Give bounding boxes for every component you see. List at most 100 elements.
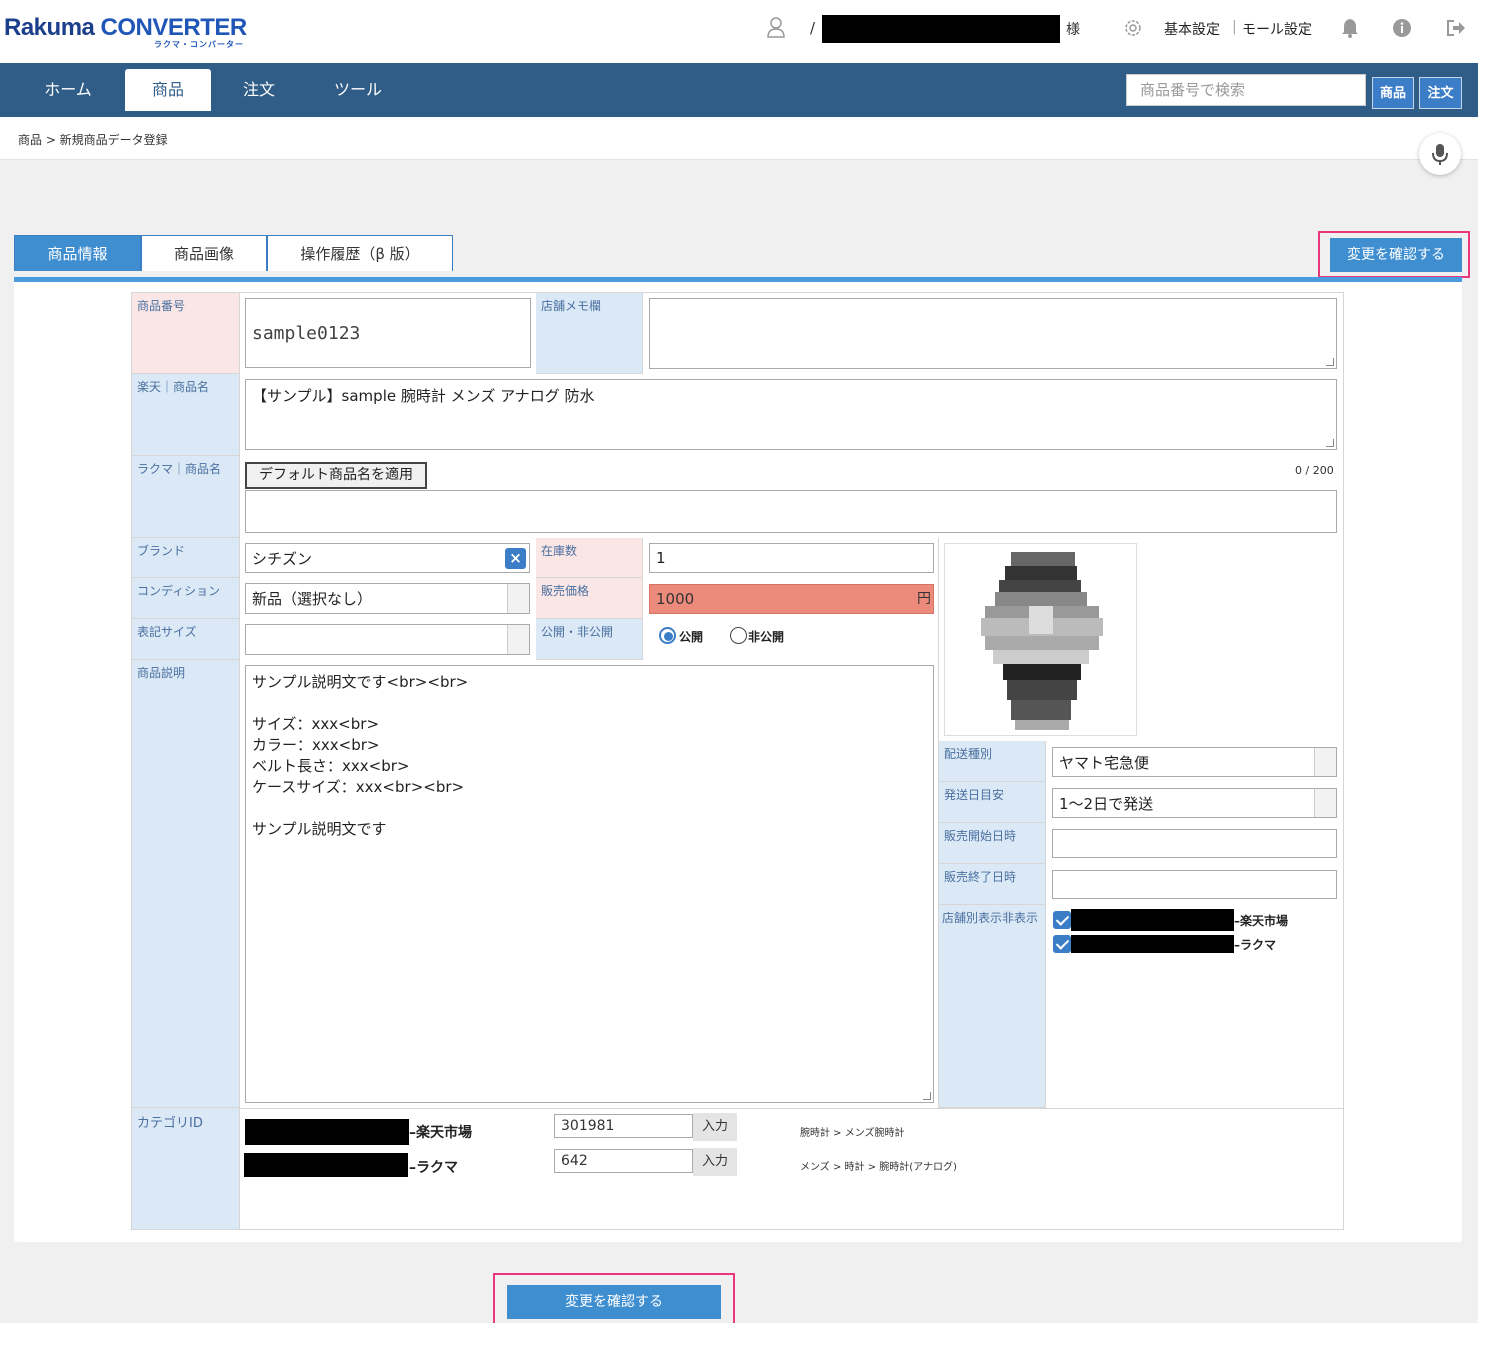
visibility-public-radio[interactable] [659,627,676,644]
category-rakuma-button[interactable]: 入力 [693,1148,737,1176]
app-header: Rakuma CONVERTER ラクマ・コンバーター / 様 基本設定 | モ… [0,0,1478,63]
resize-grip-icon [1326,358,1334,366]
resize-grip-icon [923,1092,931,1100]
stock-label: 在庫数 [536,538,643,578]
product-image[interactable] [944,543,1137,736]
sale-start-field[interactable] [1052,829,1337,858]
redacted-category-name [244,1153,408,1177]
rakuten-name-label: 楽天｜商品名 [132,374,240,456]
price-value: 1000 [656,590,695,608]
basic-settings-link[interactable]: 基本設定 [1164,19,1220,39]
condition-value: 新品（選択なし） [252,590,373,608]
logo-text-rakuma: Rakuma [4,14,101,41]
watch-image [981,552,1103,730]
redacted-category-name [245,1119,409,1145]
sale-end-label: 販売終了日時 [939,864,1046,905]
category-rakuma-label: –ラクマ [409,1160,458,1176]
ship-days-select[interactable]: 1〜2日で発送 [1052,788,1337,818]
user-slash: / [810,19,816,37]
apply-default-name-button[interactable]: デフォルト商品名を適用 [245,462,427,489]
breadcrumb-bar: 商品 > 新規商品データ登録 [0,117,1478,160]
mall-settings-link[interactable]: モール設定 [1242,19,1312,39]
rakuma-name-label: ラクマ｜商品名 [132,456,240,538]
nav-item-products[interactable]: 商品 [125,69,211,111]
brand-label: ブランド [132,538,240,578]
condition-label: コンディション [132,578,240,619]
size-label: 表記サイズ [132,619,240,660]
redacted-store-name [1071,909,1234,931]
clear-brand-icon[interactable]: × [505,548,526,569]
visibility-private-label[interactable]: 非公開 [748,628,784,645]
logo-text-converter: CONVERTER [100,14,248,41]
store-rakuten-checkbox[interactable] [1053,911,1071,929]
user-icon[interactable] [766,16,786,38]
store-rakuma-checkbox[interactable] [1053,935,1071,953]
microphone-button[interactable] [1419,133,1461,175]
size-select[interactable] [245,624,530,655]
rakuma-name-field[interactable] [245,490,1337,533]
description-label: 商品説明 [132,660,240,1108]
char-counter: 0 / 200 [1295,464,1334,477]
gear-icon[interactable] [1123,18,1143,38]
search-input[interactable]: 商品番号で検索 [1126,74,1366,106]
tab-operation-history[interactable]: 操作履歴（β 版） [267,235,453,271]
store-rakuten-label: –楽天市場 [1234,914,1289,928]
dropdown-arrow-icon [1314,748,1336,776]
category-rakuma-path: メンズ > 時計 > 腕時計(アナログ) [800,1162,957,1173]
row-divider [132,1108,1343,1109]
sale-end-field[interactable] [1052,870,1337,899]
header-separator: | [1232,19,1237,35]
item-number-field[interactable]: sample0123 [245,298,531,368]
memo-field[interactable] [649,298,1337,369]
price-field[interactable]: 1000 円 [649,584,934,614]
shipping-type-select[interactable]: ヤマト宅急便 [1052,747,1337,777]
user-suffix: 様 [1066,22,1080,38]
resize-grip-icon [1326,439,1334,447]
microphone-icon [1432,144,1448,165]
description-text: サンプル説明文です<br><br> サイズ：xxx<br> カラー：xxx<br… [252,673,469,838]
search-order-button[interactable]: 注文 [1419,77,1462,109]
bell-icon[interactable] [1339,17,1361,39]
stock-field[interactable]: 1 [649,543,934,573]
app-logo[interactable]: Rakuma CONVERTER ラクマ・コンバーター [4,14,248,49]
tab-product-info[interactable]: 商品情報 [14,235,141,271]
store-display-label: 店舗別表示非表示 [939,905,1046,1108]
info-icon[interactable] [1391,17,1413,39]
category-label: カテゴリID [132,1108,240,1230]
confirm-changes-button-top[interactable]: 変更を確認する [1330,238,1462,272]
main-nav: ホーム 商品 注文 ツール 商品番号で検索 商品 注文 [0,63,1478,117]
category-rakuten-input[interactable]: 301981 [554,1114,693,1138]
rakuten-name-text: 【サンプル】sample 腕時計 メンズ アナログ 防水 [252,387,595,405]
visibility-public-label[interactable]: 公開 [679,628,703,645]
logo-subtitle: ラクマ・コンバーター [154,40,244,49]
condition-select[interactable]: 新品（選択なし） [245,583,530,614]
shipping-type-label: 配送種別 [939,741,1046,782]
category-rakuten-button[interactable]: 入力 [693,1113,737,1141]
price-label: 販売価格 [536,578,643,619]
tab-product-images[interactable]: 商品画像 [141,235,267,271]
store-rakuma-label: –ラクマ [1234,938,1277,952]
visibility-private-radio[interactable] [730,627,747,644]
nav-item-home[interactable]: ホーム [28,69,108,111]
redacted-store-name [1071,935,1234,953]
memo-label: 店舗メモ欄 [536,293,643,374]
ship-days-value: 1〜2日で発送 [1059,794,1154,813]
dropdown-arrow-icon [1314,789,1336,817]
brand-select[interactable]: シチズン [245,543,530,573]
price-unit: 円 [917,591,931,607]
confirm-changes-button-bottom[interactable]: 変更を確認する [507,1285,721,1319]
logout-icon[interactable] [1445,17,1467,39]
sale-start-label: 販売開始日時 [939,823,1046,864]
page-bottom [0,1323,1500,1353]
category-rakuma-input[interactable]: 642 [554,1149,693,1173]
dropdown-arrow-icon [507,584,529,613]
breadcrumb: 商品 > 新規商品データ登録 [18,133,168,147]
category-rakuten-path: 腕時計 > メンズ腕時計 [800,1128,905,1139]
nav-item-tools[interactable]: ツール [320,69,396,111]
nav-item-orders[interactable]: 注文 [228,69,290,111]
rakuten-name-field[interactable]: 【サンプル】sample 腕時計 メンズ アナログ 防水 [245,379,1337,450]
search-product-button[interactable]: 商品 [1372,77,1414,109]
category-rakuten-label: –楽天市場 [409,1125,472,1141]
description-field[interactable]: サンプル説明文です<br><br> サイズ：xxx<br> カラー：xxx<br… [245,665,934,1103]
ship-days-label: 発送日目安 [939,782,1046,823]
